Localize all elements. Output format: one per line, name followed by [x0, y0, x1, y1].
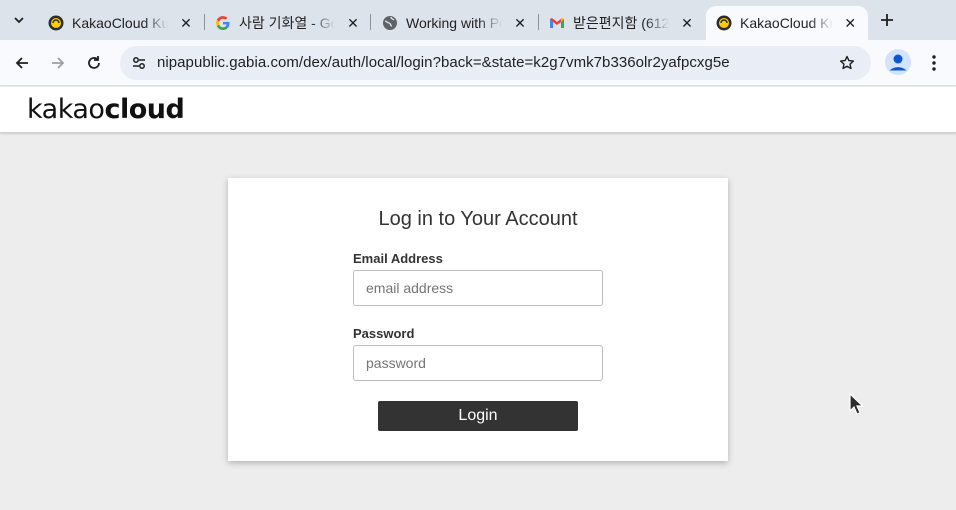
- new-tab-button[interactable]: [874, 7, 900, 33]
- back-button[interactable]: [8, 49, 36, 77]
- tab-kakaocloud-1[interactable]: KakaoCloud Kubernetes ✕: [38, 6, 204, 40]
- login-card: Log in to Your Account Email Address Pas…: [228, 178, 728, 461]
- reload-button[interactable]: [80, 49, 108, 77]
- close-icon[interactable]: ✕: [512, 15, 528, 31]
- tab-gmail-inbox[interactable]: 받은편지함 (612) ✕: [539, 6, 705, 40]
- star-icon: [839, 55, 855, 70]
- kakaocloud-favicon-icon: [716, 15, 732, 31]
- tune-icon: [133, 57, 145, 69]
- profile-avatar[interactable]: [885, 49, 911, 75]
- tab-divider: [370, 14, 371, 30]
- page-title: Log in to Your Account: [378, 208, 578, 230]
- email-field[interactable]: [353, 270, 603, 306]
- tab-kakaocloud-active[interactable]: KakaoCloud Kubernetes ✕: [706, 6, 868, 40]
- tab-working-with-pods[interactable]: Working with Pods ✕: [372, 6, 538, 40]
- login-button[interactable]: Login: [378, 401, 578, 431]
- arrow-left-icon: [15, 57, 28, 69]
- globe-favicon-icon: [382, 15, 398, 31]
- url-text[interactable]: nipapublic.gabia.com/dex/auth/local/logi…: [157, 54, 730, 71]
- chevron-down-icon: [14, 17, 24, 24]
- arrow-right-icon: [52, 57, 65, 69]
- close-icon[interactable]: ✕: [843, 15, 858, 31]
- tab-title: Working with Pods: [406, 15, 502, 31]
- gmail-favicon-icon: [549, 15, 565, 31]
- address-bar[interactable]: nipapublic.gabia.com/dex/auth/local/logi…: [120, 46, 871, 80]
- site-header: kakaocloud: [0, 87, 956, 133]
- logo-light-text: kakao: [27, 94, 105, 125]
- tab-title: KakaoCloud Kubernetes: [740, 15, 833, 31]
- email-label: Email Address: [353, 251, 443, 266]
- close-icon[interactable]: ✕: [679, 15, 695, 31]
- bookmark-button[interactable]: [835, 51, 859, 75]
- plus-icon: [881, 14, 893, 26]
- tab-title: 받은편지함 (612): [573, 15, 669, 31]
- password-label: Password: [353, 326, 415, 341]
- tab-title: 사람 기화열 - Google 검색: [239, 15, 335, 31]
- password-field[interactable]: [353, 345, 603, 381]
- mouse-cursor-icon: [849, 392, 864, 420]
- kakaocloud-favicon-icon: [48, 15, 64, 31]
- google-favicon-icon: [215, 15, 231, 31]
- tab-google-search[interactable]: 사람 기화열 - Google 검색 ✕: [205, 6, 371, 40]
- close-icon[interactable]: ✕: [178, 15, 194, 31]
- browser-menu-button[interactable]: [922, 49, 946, 77]
- more-vertical-icon: [932, 55, 936, 71]
- tab-strip: KakaoCloud Kubernetes ✕ 사람 기화열 - Google …: [0, 0, 956, 40]
- logo-bold-text: cloud: [104, 94, 185, 125]
- forward-button[interactable]: [44, 49, 72, 77]
- tab-title: KakaoCloud Kubernetes: [72, 15, 168, 31]
- site-info-button[interactable]: [126, 50, 152, 76]
- kakaocloud-logo[interactable]: kakaocloud: [27, 94, 185, 125]
- close-icon[interactable]: ✕: [345, 15, 361, 31]
- tab-search-button[interactable]: [6, 7, 32, 33]
- reload-icon: [88, 56, 100, 69]
- browser-toolbar: nipapublic.gabia.com/dex/auth/local/logi…: [0, 40, 956, 86]
- person-icon: [885, 49, 911, 75]
